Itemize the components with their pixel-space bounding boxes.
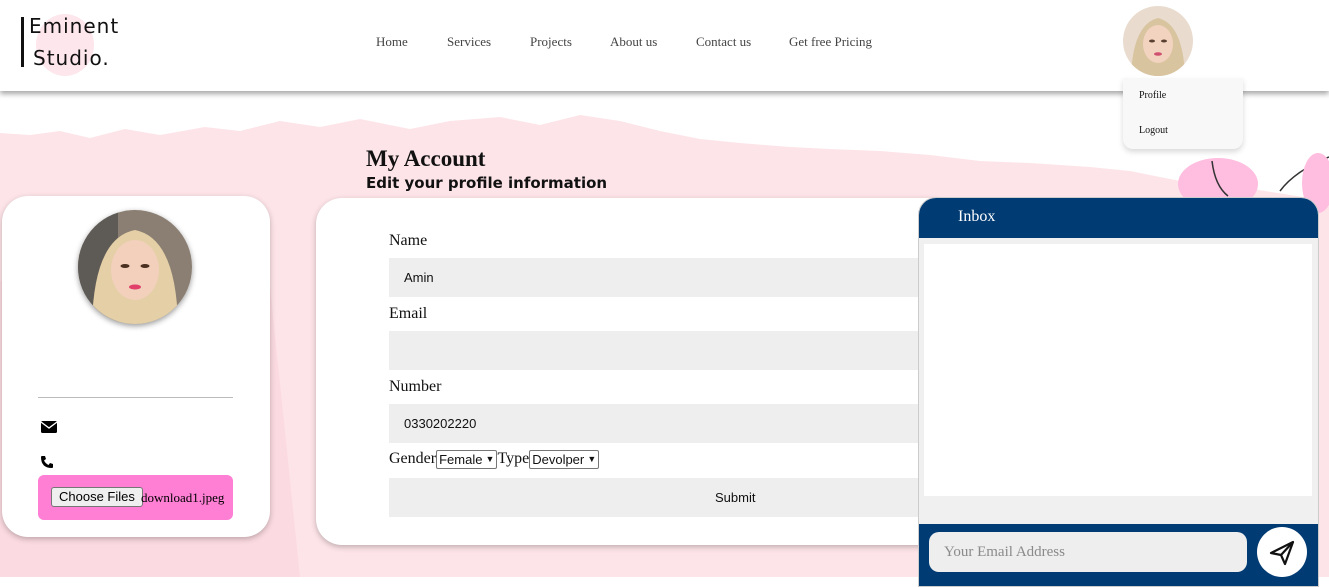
eminent-studio-logo[interactable]: Eminent Studio.	[14, 6, 124, 78]
page-title: My Account	[366, 146, 486, 171]
inbox-footer: Your Email Address	[919, 524, 1318, 586]
profile-card: Choose Files download1.jpeg	[2, 196, 270, 537]
logo-line2: Studio.	[33, 46, 110, 70]
number-label: Number	[389, 378, 442, 395]
profile-photo-icon	[78, 210, 192, 324]
gender-select-value: Female	[439, 452, 483, 467]
card-divider	[38, 397, 233, 398]
menu-item-logout[interactable]: Logout	[1139, 125, 1168, 136]
type-select-value: Devolper	[532, 452, 585, 467]
profile-avatar	[78, 210, 192, 324]
inbox-messages-area[interactable]	[924, 244, 1312, 496]
selected-file-name: download1.jpeg	[141, 490, 225, 505]
menu-item-profile[interactable]: Profile	[1139, 90, 1166, 101]
gender-select[interactable]: Female ▼	[436, 450, 498, 469]
nav-about-us[interactable]: About us	[610, 34, 657, 50]
email-input[interactable]	[389, 331, 949, 370]
logo-line1: Eminent	[29, 14, 120, 38]
number-input[interactable]: 0330202220	[389, 404, 949, 443]
user-avatar[interactable]	[1123, 6, 1193, 76]
nav-get-free-pricing[interactable]: Get free Pricing	[789, 34, 872, 50]
page-subtitle: Edit your profile information	[366, 174, 608, 192]
email-address-input[interactable]: Your Email Address	[929, 532, 1247, 572]
envelope-icon	[40, 421, 58, 433]
nav-home[interactable]: Home	[376, 34, 408, 50]
gender-label: Gender	[389, 450, 437, 468]
user-photo-icon	[1123, 6, 1193, 76]
paper-plane-icon	[1269, 540, 1295, 566]
nav-contact-us[interactable]: Contact us	[696, 34, 751, 50]
phone-icon	[41, 456, 53, 468]
submit-button[interactable]: Submit	[389, 478, 949, 517]
inbox-title: Inbox	[958, 208, 996, 225]
email-label: Email	[389, 305, 428, 322]
inbox-widget: Inbox Your Email Address	[918, 197, 1319, 587]
type-label: Type	[497, 450, 530, 468]
file-upload-box: Choose Files download1.jpeg	[38, 475, 233, 520]
user-dropdown-menu: Profile Logout	[1123, 78, 1243, 149]
profile-form-card: Name Amin Email Number 0330202220 Gender…	[316, 198, 956, 545]
nav-services[interactable]: Services	[447, 34, 491, 50]
name-label: Name	[389, 232, 428, 249]
type-select[interactable]: Devolper ▼	[529, 450, 600, 469]
inbox-header: Inbox	[919, 198, 1318, 238]
send-button[interactable]	[1257, 527, 1307, 577]
logo-bar	[21, 17, 24, 67]
chevron-down-icon: ▼	[485, 454, 495, 464]
name-input[interactable]: Amin	[389, 258, 949, 297]
gender-type-row: Gender Female ▼ Type Devolper ▼	[389, 450, 600, 469]
nav-projects[interactable]: Projects	[530, 34, 572, 50]
chevron-down-icon: ▼	[587, 454, 597, 464]
choose-files-button[interactable]: Choose Files	[51, 487, 143, 507]
